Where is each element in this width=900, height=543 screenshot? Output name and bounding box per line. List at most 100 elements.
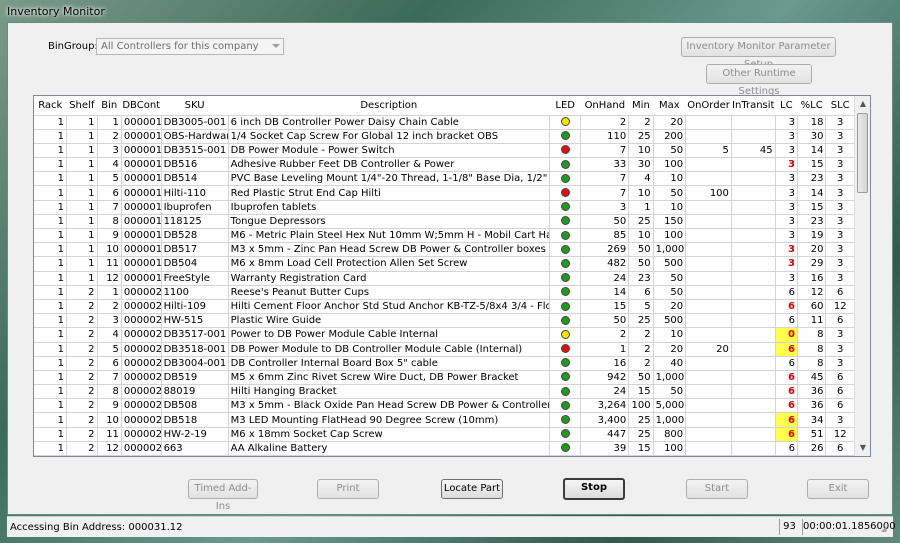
column-header-intransit[interactable]: InTransit — [731, 96, 776, 116]
scroll-up-icon[interactable]: ▲ — [855, 96, 870, 112]
cell-onhand: 50 — [580, 313, 630, 329]
table-row[interactable]: 112000001OBS-Hardware1/4 Socket Cap Scre… — [34, 129, 855, 144]
cell-min: 15 — [628, 441, 654, 456]
scroll-thumb[interactable] — [857, 113, 868, 193]
table-row[interactable]: 1 1 12 000001 FreeStyle Warranty Registration… — [34, 271, 855, 286]
table-row[interactable]: 1 1 5 000001 DB514 PVC Base Leveling Mount 1/… — [34, 171, 855, 187]
cell-dbcont: 000001 — [121, 214, 162, 230]
column-header-bin[interactable]: Bin — [97, 96, 122, 116]
cell-intransit — [731, 313, 776, 329]
cell-min: 100 — [628, 398, 654, 414]
print-button[interactable]: Print — [317, 479, 379, 499]
table-row[interactable]: 1 1 6 000001 Hilti-110 Red Plastic Strut End … — [34, 185, 855, 201]
table-row[interactable]: 1 2 11 000002 HW-2-19 M6 x 18mm Socket Cap Sc… — [34, 427, 855, 442]
table-row[interactable]: 1 1 7 000001 Ibuprofen Ibuprofen tablets 3 1 10 3… — [34, 200, 855, 215]
column-header-rack[interactable]: Rack — [34, 96, 67, 116]
cell-rack: 1 — [34, 256, 68, 272]
bingroup-label: BinGroup: — [48, 41, 98, 52]
table-row[interactable]: 1 2 7 000002 DB519 M5 x 6mm Zinc Rivet Screw … — [34, 370, 855, 386]
cell-min: 23 — [628, 271, 654, 286]
table-row[interactable]: 1 1 8 000001 118125 Tongue Depressors 50 25 150 3… — [34, 214, 855, 230]
cell-onorder — [685, 200, 732, 215]
cell-rack: 1 — [34, 200, 68, 215]
column-header-lc[interactable]: %LC — [797, 96, 826, 116]
led-cell — [549, 356, 582, 371]
column-header-dbcont[interactable]: DBCont — [121, 96, 162, 116]
column-header-max[interactable]: Max — [653, 96, 686, 116]
locate-part-button[interactable]: Locate Part — [441, 479, 503, 499]
inventory-grid[interactable]: Rack Shelf Bin DBCont SKU Description LED OnHan… — [33, 95, 871, 457]
table-row[interactable]: 1 1 1 000001 DB3005-001 6 inch DB Controller … — [34, 115, 855, 130]
column-header-onhand[interactable]: OnHand — [580, 96, 629, 116]
bingroup-select[interactable]: All Controllers for this company — [96, 38, 284, 55]
table-row[interactable]: 1 1 4 000001 DB516 Adhesive Rubber Feet DB Co… — [34, 157, 855, 173]
cell-intransit — [731, 171, 776, 187]
cell-max: 150 — [653, 214, 687, 230]
cell-sku: Hilti-109 — [161, 299, 229, 315]
cell-lc: 34 — [797, 412, 827, 428]
cell-min: 2 — [628, 342, 654, 357]
cell-sku: DB3515-001 — [161, 143, 229, 159]
start-button[interactable]: Start — [686, 479, 748, 499]
exit-button[interactable]: Exit — [807, 479, 869, 499]
parameter-setup-button[interactable]: Inventory Monitor Parameter Setup — [681, 37, 836, 70]
column-header-description[interactable]: Description — [228, 96, 550, 116]
cell-onhand: 482 — [580, 256, 630, 272]
table-row[interactable]: 1 2 3 000002 HW-515 Plastic Wire Guide 50 25 500… — [34, 313, 855, 329]
timed-addins-button[interactable]: Timed Add-Ins — [188, 479, 258, 512]
cell-max: 500 — [653, 313, 687, 329]
table-row[interactable]: 1 2 2 000002 Hilti-109 Hilti Cement Floor Anc… — [34, 299, 855, 315]
cell-lc: 8 — [797, 356, 827, 371]
table-row[interactable]: 1 1 9 000001 DB528 M6 - Metric Plain Steel He… — [34, 228, 855, 244]
resize-grip-icon[interactable]: ◢ — [881, 525, 891, 535]
cell-slc: 12 — [825, 427, 855, 442]
table-row[interactable]: 1 2 10 000002 DB518 M3 LED Mounting FlatHead … — [34, 412, 855, 428]
cell-lc: 3 — [775, 157, 798, 173]
status-count: 93 — [779, 519, 799, 535]
cell-rack: 1 — [34, 384, 68, 400]
cell-max: 1,000 — [653, 412, 687, 428]
main-panel: BinGroup: All Controllers for this compa… — [7, 22, 893, 515]
vertical-scrollbar[interactable]: ▲ ▼ — [854, 96, 870, 456]
table-row[interactable]: 1 2 6 000002 DB3004-001 DB Controller Interna… — [34, 356, 855, 371]
cell-rack: 1 — [34, 427, 68, 442]
table-row[interactable]: 1 2 9 000002 DB508 M3 x 5mm - Black Oxide Pan… — [34, 398, 855, 414]
table-row[interactable]: 1 2 5 000002 DB3518-001 DB Power Module to DB… — [34, 342, 855, 357]
cell-slc: 3 — [825, 327, 855, 343]
column-header-sku[interactable]: SKU — [161, 96, 229, 116]
table-row[interactable]: 1 2 4 000002 DB3517-001 Power to DB Power Mod… — [34, 327, 855, 343]
cell-onhand: 3 — [580, 200, 630, 215]
cell-onhand: 14 — [580, 285, 630, 300]
runtime-settings-button[interactable]: Other Runtime Settings — [706, 64, 812, 97]
column-header-min[interactable]: Min — [628, 96, 654, 116]
cell-shelf: 1 — [66, 271, 98, 286]
table-row[interactable]: 1 2 1 000002 1100 Reese's Peanut Butter Cups 1… — [34, 285, 855, 300]
led-green-icon — [560, 216, 570, 226]
cell-bin: 5 — [97, 342, 122, 357]
table-row[interactable]: 1 1 3 000001 DB3515-001 DB Power Module - Pow… — [34, 143, 855, 159]
table-row[interactable]: 1 1 10 000001 DB517 M3 x 5mm - Zinc Pan Head … — [34, 242, 855, 258]
column-header-onorder[interactable]: OnOrder — [685, 96, 732, 116]
cell-bin: 11 — [97, 427, 122, 442]
cell-rack: 1 — [34, 157, 68, 173]
column-header-led[interactable]: LED — [549, 96, 581, 116]
cell-lc: 3 — [775, 115, 798, 130]
cell-dbcont: 000002 — [121, 342, 162, 357]
table-row[interactable]: 1 2 8 000002 88019 Hilti Hanging Bracket 24 15 5… — [34, 384, 855, 400]
cell-lc: 3 — [775, 256, 798, 272]
cell-slc: 6 — [825, 398, 855, 414]
cell-rack: 1 — [34, 143, 68, 159]
table-row[interactable]: 1 1 11 000001 DB504 M6 x 8mm Load Cell Protec… — [34, 256, 855, 272]
cell-shelf: 1 — [66, 228, 98, 244]
table-row[interactable]: 1 2 12 000002 663 AA Alkaline Battery 39 15 100 6… — [34, 441, 855, 456]
cell-dbcont: 000001 — [121, 242, 162, 258]
scroll-down-icon[interactable]: ▼ — [855, 440, 870, 456]
cell-description: M6 - Metric Plain Steel Hex Nut 10mm W;5… — [228, 228, 550, 244]
column-header-slc[interactable]: SLC — [825, 96, 855, 116]
led-cell — [549, 200, 582, 215]
led-green-icon — [560, 400, 570, 410]
cell-rack: 1 — [34, 356, 68, 371]
column-header-shelf[interactable]: Shelf — [66, 96, 98, 116]
stop-button[interactable]: Stop — [563, 478, 625, 500]
column-header-lc[interactable]: LC — [775, 96, 798, 116]
